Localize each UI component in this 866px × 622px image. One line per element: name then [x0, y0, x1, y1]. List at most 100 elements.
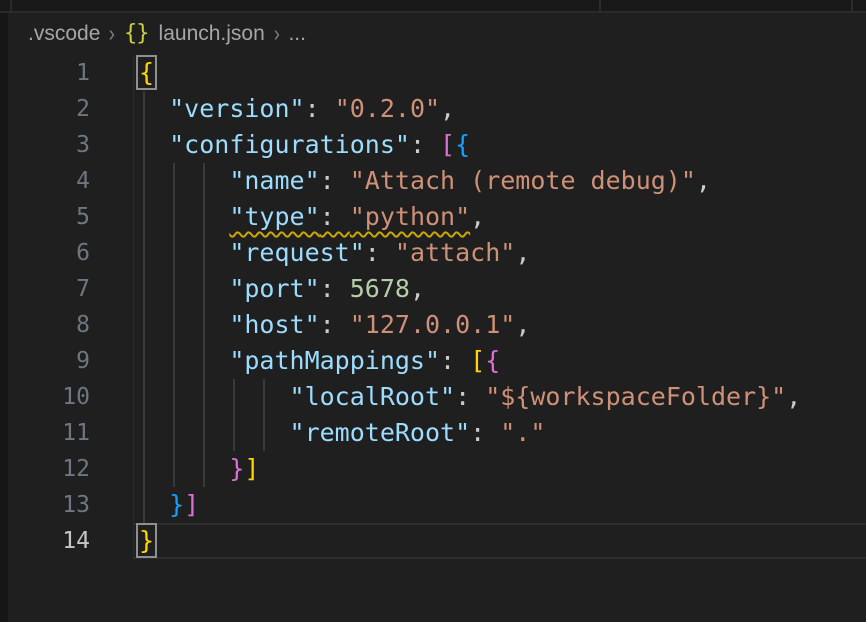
code-token: "127.0.0.1"	[350, 310, 516, 339]
code-token: "."	[500, 418, 545, 447]
code-token: :	[440, 346, 470, 375]
code-line-10[interactable]: 10 "localRoot": "${workspaceFolder}",	[0, 379, 866, 415]
line-number: 2	[8, 91, 90, 127]
code-token	[139, 202, 229, 231]
code-token	[139, 166, 229, 195]
warning-squiggle-token: "type": "python"	[229, 202, 470, 231]
code-token: "configurations"	[169, 130, 410, 159]
code-token: "name"	[229, 166, 319, 195]
code-token: ]	[244, 454, 259, 483]
breadcrumb: .vscode › {} launch.json › ...	[0, 13, 866, 55]
line-number: 11	[8, 415, 90, 451]
code-token: ,	[515, 238, 530, 267]
code-token	[139, 490, 169, 519]
code-token: "port"	[229, 274, 319, 303]
code-token	[139, 274, 229, 303]
code-token: ]	[184, 490, 199, 519]
code-token	[139, 382, 290, 411]
tab-divider	[599, 0, 601, 11]
code-line-content: }	[139, 523, 154, 559]
code-token: "${workspaceFolder}"	[485, 382, 786, 411]
code-line-content: }]	[139, 451, 259, 487]
code-line-content: "name": "Attach (remote debug)",	[139, 163, 711, 199]
code-token: }	[229, 454, 244, 483]
code-line-7[interactable]: 7 "port": 5678,	[0, 271, 866, 307]
json-file-icon: {}	[124, 21, 149, 46]
code-token: "python"	[350, 202, 470, 231]
line-number: 1	[8, 55, 90, 91]
line-number: 9	[8, 343, 90, 379]
tab-divider	[10, 0, 12, 11]
code-line-8[interactable]: 8 "host": "127.0.0.1",	[0, 307, 866, 343]
code-line-1[interactable]: 1{	[0, 55, 866, 91]
code-line-content: }]	[139, 487, 199, 523]
code-editor[interactable]: 1{2 "version": "0.2.0",3 "configurations…	[0, 55, 866, 559]
code-token: "request"	[229, 238, 364, 267]
breadcrumb-folder[interactable]: .vscode	[28, 22, 100, 46]
breadcrumb-file[interactable]: launch.json	[159, 22, 265, 46]
code-token: "0.2.0"	[335, 94, 440, 123]
code-line-12[interactable]: 12 }]	[0, 451, 866, 487]
line-number: 6	[8, 235, 90, 271]
line-number: 14	[8, 523, 90, 559]
code-token	[139, 238, 229, 267]
code-line-3[interactable]: 3 "configurations": [{	[0, 127, 866, 163]
code-line-content: "configurations": [{	[139, 127, 470, 163]
code-line-9[interactable]: 9 "pathMappings": [{	[0, 343, 866, 379]
line-number: 13	[8, 487, 90, 523]
code-line-content: "request": "attach",	[139, 235, 530, 271]
code-line-4[interactable]: 4 "name": "Attach (remote debug)",	[0, 163, 866, 199]
code-line-2[interactable]: 2 "version": "0.2.0",	[0, 91, 866, 127]
code-line-14[interactable]: 14}	[0, 523, 866, 559]
code-token	[139, 310, 229, 339]
code-token: :	[410, 130, 440, 159]
code-token: ,	[440, 94, 455, 123]
code-line-content: "port": 5678,	[139, 271, 425, 307]
code-token: ,	[515, 310, 530, 339]
code-line-13[interactable]: 13 }]	[0, 487, 866, 523]
code-token: {	[139, 58, 154, 87]
code-token: [	[440, 130, 455, 159]
current-line-highlight	[133, 523, 866, 559]
breadcrumb-symbol[interactable]: ...	[288, 22, 306, 46]
code-token: :	[320, 202, 350, 231]
line-number: 5	[8, 199, 90, 235]
code-token: "type"	[229, 202, 319, 231]
code-token: :	[470, 418, 500, 447]
chevron-right-icon: ›	[109, 20, 115, 47]
code-line-content: "remoteRoot": "."	[139, 415, 545, 451]
code-line-content: "localRoot": "${workspaceFolder}",	[139, 379, 801, 415]
code-token: :	[320, 166, 350, 195]
code-line-content: "type": "python",	[139, 199, 485, 235]
code-token: 5678	[350, 274, 410, 303]
line-number: 7	[8, 271, 90, 307]
code-token: ,	[470, 202, 485, 231]
code-token: }	[139, 526, 154, 555]
code-token	[139, 454, 229, 483]
code-token: :	[320, 274, 350, 303]
tab-divider	[851, 0, 853, 11]
tab-bar-bottom-strip	[0, 0, 866, 13]
code-line-5[interactable]: 5 "type": "python",	[0, 199, 866, 235]
code-token: [	[470, 346, 485, 375]
line-number: 8	[8, 307, 90, 343]
code-token: :	[365, 238, 395, 267]
code-token: "attach"	[395, 238, 515, 267]
code-token: ,	[786, 382, 801, 411]
line-number: 12	[8, 451, 90, 487]
code-token: "pathMappings"	[229, 346, 440, 375]
code-token: ,	[410, 274, 425, 303]
code-line-6[interactable]: 6 "request": "attach",	[0, 235, 866, 271]
line-number: 10	[8, 379, 90, 415]
code-token	[139, 418, 290, 447]
code-token	[139, 94, 169, 123]
code-token: "remoteRoot"	[290, 418, 471, 447]
chevron-right-icon: ›	[274, 20, 280, 47]
code-token: :	[320, 310, 350, 339]
code-token	[139, 346, 229, 375]
code-token: :	[455, 382, 485, 411]
code-token: "host"	[229, 310, 319, 339]
code-token: ,	[696, 166, 711, 195]
code-line-11[interactable]: 11 "remoteRoot": "."	[0, 415, 866, 451]
code-token: {	[455, 130, 470, 159]
